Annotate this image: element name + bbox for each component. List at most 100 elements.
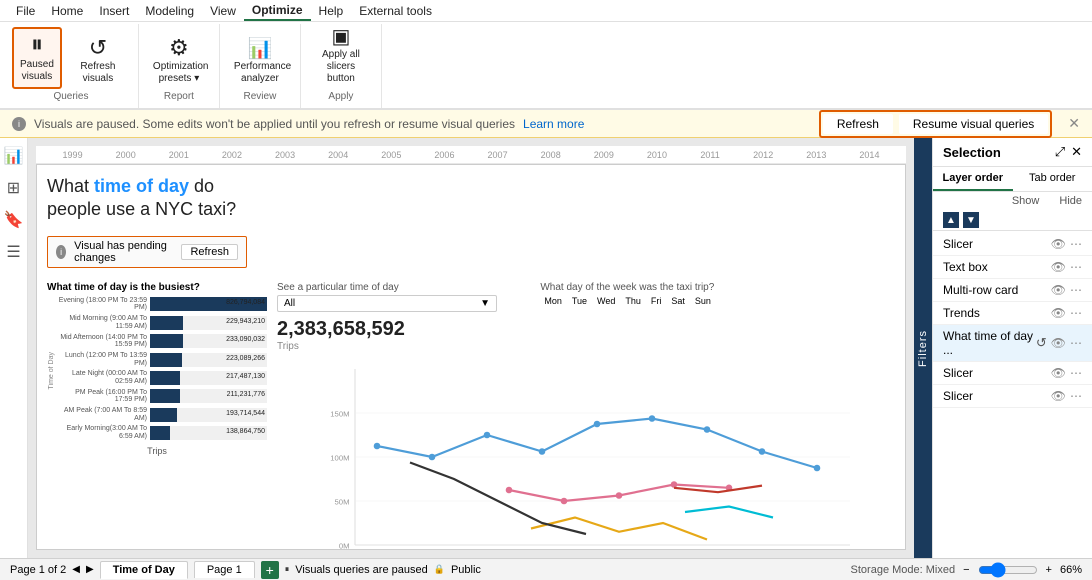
day-pill[interactable]: Sun — [691, 295, 715, 307]
refresh-button[interactable]: Refresh — [823, 114, 893, 134]
tab-tab-order[interactable]: Tab order — [1013, 167, 1092, 191]
close-warning-icon[interactable]: ✕ — [1068, 115, 1080, 132]
nav-forward-icon[interactable]: ▶ — [86, 564, 94, 575]
svg-text:150M: 150M — [330, 409, 349, 418]
day-pill[interactable]: Thu — [621, 295, 645, 307]
more-options-icon[interactable]: ⋯ — [1070, 306, 1082, 320]
eye-icon[interactable]: 👁 — [1051, 306, 1066, 320]
bar-track: 211,231,776 — [150, 389, 267, 403]
bar-row[interactable]: Lunch (12:00 PM To 13:59 PM) 223,089,266 — [57, 352, 267, 367]
zoom-level: 66% — [1060, 564, 1082, 576]
selection-item[interactable]: What time of day ... ↺ 👁 ⋯ — [933, 325, 1092, 362]
bar-row[interactable]: Late Night (00:00 AM To 02:59 AM) 217,48… — [57, 370, 267, 385]
resume-visual-queries-button[interactable]: Resume visual queries — [899, 114, 1048, 134]
bar-row[interactable]: Evening (18:00 PM To 23:59 PM) 826,794,0… — [57, 297, 267, 312]
eye-icon[interactable]: 👁 — [1051, 260, 1066, 274]
filters-panel[interactable]: Filters — [914, 138, 932, 558]
layer-order-arrows: ▲ ▼ — [933, 210, 1092, 231]
time-filter-dropdown[interactable]: All ▼ — [277, 295, 497, 312]
selection-header-icons: ⤢ ✕ — [1055, 144, 1082, 160]
sidebar-filter-icon[interactable]: ⊞ — [7, 178, 20, 198]
minus-zoom-icon[interactable]: − — [963, 564, 969, 576]
selection-item-icons: 👁 ⋯ — [1051, 237, 1082, 251]
eye-icon[interactable]: 👁 — [1051, 366, 1066, 380]
bar-value: 193,714,544 — [226, 410, 265, 417]
ribbon-group-apply: ▣ Apply all slicersbutton Apply — [301, 24, 382, 108]
selection-close-icon[interactable]: ✕ — [1071, 144, 1082, 160]
day-pill[interactable]: Wed — [593, 295, 619, 307]
selection-item[interactable]: Slicer 👁 ⋯ — [933, 385, 1092, 408]
selection-item[interactable]: Slicer 👁 ⋯ — [933, 362, 1092, 385]
selection-item[interactable]: Multi-row card 👁 ⋯ — [933, 279, 1092, 302]
page-tab-page1[interactable]: Page 1 — [194, 561, 255, 578]
menu-bar: File Home Insert Modeling View Optimize … — [0, 0, 1092, 22]
year-2000: 2000 — [99, 150, 152, 160]
day-pill[interactable]: Mon — [540, 295, 566, 307]
more-options-icon[interactable]: ⋯ — [1070, 283, 1082, 297]
bar-row[interactable]: PM Peak (16:00 PM To 17:59 PM) 211,231,7… — [57, 389, 267, 404]
move-up-button[interactable]: ▲ — [943, 212, 959, 228]
bar-rows: Evening (18:00 PM To 23:59 PM) 826,794,0… — [57, 297, 267, 444]
selection-expand-icon[interactable]: ⤢ — [1055, 144, 1065, 160]
more-options-icon[interactable]: ⋯ — [1070, 260, 1082, 274]
paused-visuals-button[interactable]: ⏸ Pausedvisuals — [12, 27, 62, 89]
selection-item[interactable]: Trends 👁 ⋯ — [933, 302, 1092, 325]
menu-insert[interactable]: Insert — [91, 2, 137, 20]
refresh-visuals-button[interactable]: ↺ Refresh visuals — [66, 33, 130, 89]
move-down-button[interactable]: ▼ — [963, 212, 979, 228]
eye-icon[interactable]: 👁 — [1051, 237, 1066, 251]
selection-item[interactable]: Slicer 👁 ⋯ — [933, 233, 1092, 256]
refresh-resume-group: Refresh Resume visual queries — [819, 110, 1052, 138]
eye-icon[interactable]: 👁 — [1051, 336, 1066, 350]
plus-zoom-icon[interactable]: + — [1046, 564, 1052, 576]
day-pill[interactable]: Fri — [647, 295, 666, 307]
performance-analyzer-button[interactable]: 📊 Performanceanalyzer — [228, 35, 292, 89]
more-options-icon[interactable]: ⋯ — [1070, 366, 1082, 380]
more-options-icon[interactable]: ⋯ — [1070, 336, 1082, 350]
selection-item[interactable]: Text box 👁 ⋯ — [933, 256, 1092, 279]
apply-all-slicers-button[interactable]: ▣ Apply all slicersbutton — [309, 23, 373, 89]
year-2009: 2009 — [577, 150, 630, 160]
eye-icon[interactable]: 👁 — [1051, 389, 1066, 403]
menu-view[interactable]: View — [202, 2, 244, 20]
sidebar-chart-icon[interactable]: 📊 — [4, 146, 24, 166]
zoom-slider[interactable] — [978, 562, 1038, 578]
bar-row[interactable]: Early Morning(3:00 AM To 6:59 AM) 138,86… — [57, 425, 267, 440]
menu-home[interactable]: Home — [43, 2, 91, 20]
nav-back-icon[interactable]: ◀ — [72, 564, 80, 575]
bar-row[interactable]: Mid Afternoon (14:00 PM To 15:59 PM) 233… — [57, 334, 267, 349]
year-2010: 2010 — [630, 150, 683, 160]
report-group-label: Report — [164, 91, 194, 104]
more-options-icon[interactable]: ⋯ — [1070, 237, 1082, 251]
menu-help[interactable]: Help — [311, 2, 352, 20]
menu-file[interactable]: File — [8, 2, 43, 20]
svg-text:0M: 0M — [339, 541, 350, 550]
day-pill[interactable]: Sat — [667, 295, 689, 307]
menu-optimize[interactable]: Optimize — [244, 1, 311, 21]
tab-layer-order[interactable]: Layer order — [933, 167, 1013, 191]
ribbon: ⏸ Pausedvisuals ↺ Refresh visuals Querie… — [0, 22, 1092, 110]
menu-modeling[interactable]: Modeling — [137, 2, 202, 20]
performance-analyzer-icon: 📊 — [247, 39, 272, 59]
bar-row[interactable]: Mid Morning (9:00 AM To 11:59 AM) 229,94… — [57, 315, 267, 330]
menu-external-tools[interactable]: External tools — [351, 2, 440, 20]
bar-value: 826,794,084 — [226, 299, 265, 306]
more-options-icon[interactable]: ⋯ — [1070, 389, 1082, 403]
selection-item-label: Multi-row card — [943, 283, 1051, 297]
page-tab-time-of-day[interactable]: Time of Day — [100, 561, 188, 579]
eye-icon[interactable]: 👁 — [1051, 283, 1066, 297]
day-pill[interactable]: Tue — [568, 295, 591, 307]
sidebar-selection-icon[interactable]: ☰ — [6, 242, 20, 262]
paused-text: Visuals queries are paused — [295, 564, 428, 576]
optimization-presets-button[interactable]: ⚙ Optimizationpresets ▾ — [147, 33, 211, 89]
learn-more-link[interactable]: Learn more — [523, 117, 584, 131]
pending-refresh-button[interactable]: Refresh — [181, 244, 238, 260]
sidebar-bookmark-icon[interactable]: 🔖 — [4, 210, 24, 230]
bar-track: 223,089,266 — [150, 353, 267, 367]
refresh-item-icon[interactable]: ↺ — [1036, 335, 1047, 351]
bar-row[interactable]: AM Peak (7:00 AM To 8:59 AM) 193,714,544 — [57, 407, 267, 422]
bar-track: 217,487,130 — [150, 371, 267, 385]
optimization-presets-icon: ⚙ — [169, 37, 189, 59]
refresh-visuals-label: Refresh visuals — [72, 61, 124, 85]
add-page-button[interactable]: + — [261, 561, 279, 579]
